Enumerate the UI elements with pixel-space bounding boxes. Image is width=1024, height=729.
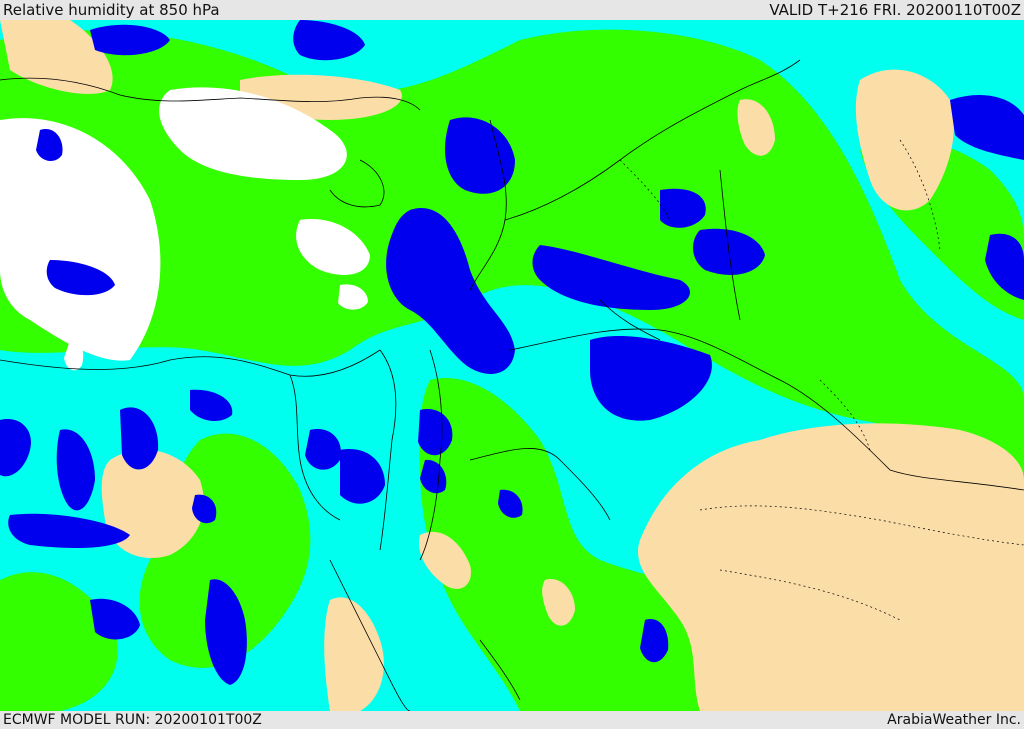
header-bar: Relative humidity at 850 hPa VALID T+216… <box>0 0 1024 20</box>
model-run: ECMWF MODEL RUN: 20200101T00Z <box>3 712 262 728</box>
humidity-map[interactable] <box>0 20 1024 711</box>
credit: ArabiaWeather Inc. <box>887 712 1021 728</box>
map-title: Relative humidity at 850 hPa <box>3 1 220 19</box>
valid-time: VALID T+216 FRI. 20200110T00Z <box>769 1 1021 19</box>
map-canvas <box>0 20 1024 711</box>
footer-bar: ECMWF MODEL RUN: 20200101T00Z ArabiaWeat… <box>0 711 1024 729</box>
